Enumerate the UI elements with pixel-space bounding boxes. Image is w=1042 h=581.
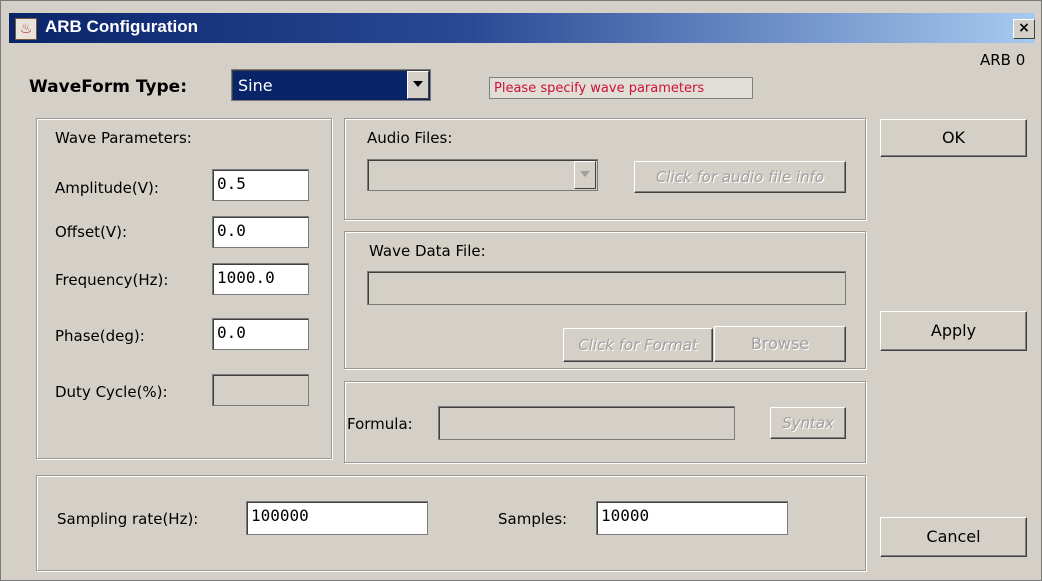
window-title: ARB Configuration (45, 17, 198, 36)
title-bar[interactable]: ♨ ARB Configuration × (9, 13, 1035, 43)
wave-parameters-title: Wave Parameters: (55, 129, 192, 147)
audio-files-title: Audio Files: (367, 129, 453, 147)
wave-data-file-path[interactable] (367, 271, 846, 305)
cancel-button[interactable]: Cancel (880, 517, 1027, 557)
click-for-format-button[interactable]: Click for Format (563, 328, 713, 362)
frequency-label: Frequency(Hz): (55, 271, 169, 289)
audio-file-info-button[interactable]: Click for audio file info (634, 161, 846, 193)
chevron-down-icon[interactable] (574, 161, 596, 189)
status-hint: Please specify wave parameters (489, 77, 753, 99)
browse-button[interactable]: Browse (714, 326, 846, 362)
offset-label: Offset(V): (55, 223, 128, 241)
waveform-type-select[interactable]: Sine (231, 69, 431, 101)
java-cup-icon: ♨ (15, 18, 37, 40)
sampling-rate-input[interactable]: 100000 (246, 501, 428, 535)
frequency-input[interactable]: 1000.0 (212, 263, 309, 295)
formula-input[interactable] (438, 406, 735, 440)
sampling-rate-label: Sampling rate(Hz): (57, 510, 199, 528)
ok-button[interactable]: OK (880, 119, 1027, 157)
phase-label: Phase(deg): (55, 327, 145, 345)
phase-input[interactable]: 0.0 (212, 318, 309, 350)
close-button[interactable]: × (1013, 19, 1035, 39)
arb-configuration-dialog: ♨ ARB Configuration × ARB 0 WaveForm Typ… (0, 0, 1042, 581)
amplitude-label: Amplitude(V): (55, 179, 159, 197)
duty-cycle-label: Duty Cycle(%): (55, 383, 168, 401)
wave-data-file-title: Wave Data File: (369, 242, 486, 260)
samples-label: Samples: (498, 510, 568, 528)
apply-button[interactable]: Apply (880, 311, 1027, 351)
waveform-selected-value: Sine (238, 76, 273, 95)
chevron-down-icon[interactable] (407, 71, 429, 99)
samples-input[interactable]: 10000 (596, 501, 788, 535)
offset-input[interactable]: 0.0 (212, 216, 309, 248)
arb-id-label: ARB 0 (980, 51, 1026, 69)
duty-cycle-input[interactable] (212, 374, 309, 406)
formula-label: Formula: (347, 415, 413, 433)
audio-file-select[interactable] (367, 159, 598, 191)
syntax-button[interactable]: Syntax (770, 407, 846, 439)
amplitude-input[interactable]: 0.5 (212, 169, 309, 201)
waveform-type-label: WaveForm Type: (29, 77, 188, 97)
